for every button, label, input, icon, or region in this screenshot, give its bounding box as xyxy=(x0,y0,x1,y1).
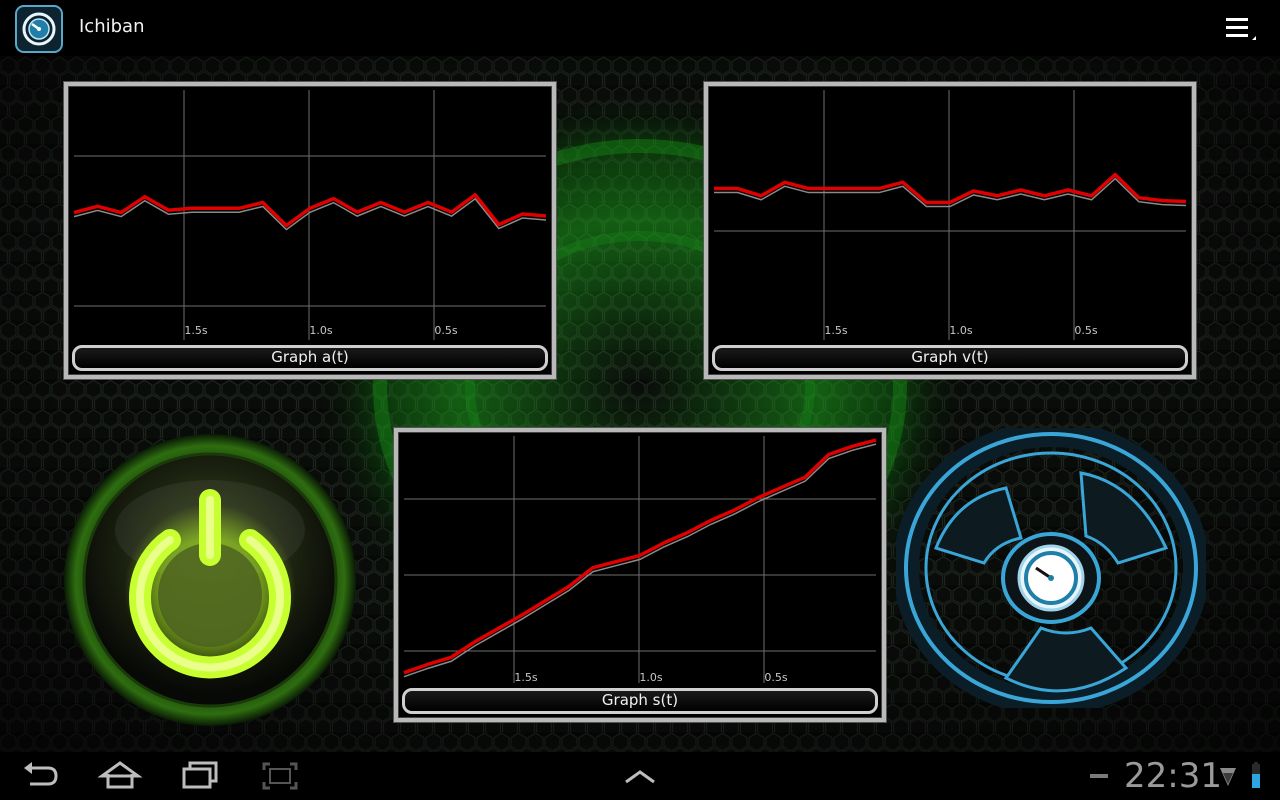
tick-label: 1.5s xyxy=(514,671,537,684)
app-title: Ichiban xyxy=(79,16,145,37)
graph-a-grid xyxy=(74,90,546,340)
tick-label: 0.5s xyxy=(434,324,457,337)
wifi-icon xyxy=(1220,768,1236,786)
graph-a-plot: 1.5s 1.0s 0.5s xyxy=(73,90,547,340)
overflow-menu-icon[interactable] xyxy=(1220,12,1260,46)
tick-label: 1.0s xyxy=(309,324,332,337)
speedometer-app-icon[interactable] xyxy=(15,5,63,53)
steering-wheel[interactable] xyxy=(896,428,1206,708)
back-icon[interactable] xyxy=(18,760,66,792)
graph-a-tick-labels: 1.5s 1.0s 0.5s xyxy=(184,324,457,337)
status-clock: 22:31 xyxy=(1124,756,1222,796)
graph-s-label: Graph s(t) xyxy=(402,688,878,714)
graph-v-grid xyxy=(714,90,1186,340)
chevron-up-icon[interactable] xyxy=(616,760,664,792)
tick-label: 1.5s xyxy=(184,324,207,337)
graph-a-label: Graph a(t) xyxy=(72,345,548,371)
graph-s-panel: 1.5s 1.0s 0.5s Graph s(t) xyxy=(393,427,887,723)
series-line xyxy=(403,438,877,675)
graph-v-series xyxy=(714,172,1187,208)
app-screen: Ichiban 1.5s 1.0s 0.5s Graph a(t) 1.5s 1.0s… xyxy=(0,0,1280,800)
series-shadow-line xyxy=(73,197,547,231)
graph-s-tick-labels: 1.5s 1.0s 0.5s xyxy=(514,671,787,684)
action-bar: Ichiban xyxy=(0,0,1280,56)
tick-label: 0.5s xyxy=(1074,324,1097,337)
graph-a-panel: 1.5s 1.0s 0.5s Graph a(t) xyxy=(63,81,557,380)
minimize-icon xyxy=(1090,774,1108,778)
tick-label: 0.5s xyxy=(764,671,787,684)
battery-icon xyxy=(1252,762,1260,788)
tick-label: 1.5s xyxy=(824,324,847,337)
system-nav-bar: 22:31 xyxy=(0,752,1280,800)
tick-label: 1.0s xyxy=(639,671,662,684)
graph-v-tick-labels: 1.5s 1.0s 0.5s xyxy=(824,324,1097,337)
graph-s-plot: 1.5s 1.0s 0.5s xyxy=(403,436,877,684)
graph-v-plot: 1.5s 1.0s 0.5s xyxy=(714,90,1187,340)
graph-s-series xyxy=(403,438,877,678)
graph-v-panel: 1.5s 1.0s 0.5s Graph v(t) xyxy=(703,81,1197,380)
screenshot-icon[interactable] xyxy=(256,760,304,792)
power-button[interactable] xyxy=(60,430,360,730)
graph-a-series xyxy=(73,193,547,231)
tick-label: 1.0s xyxy=(949,324,972,337)
recent-apps-icon[interactable] xyxy=(176,760,224,792)
home-icon[interactable] xyxy=(96,760,144,792)
graph-v-label: Graph v(t) xyxy=(712,345,1188,371)
